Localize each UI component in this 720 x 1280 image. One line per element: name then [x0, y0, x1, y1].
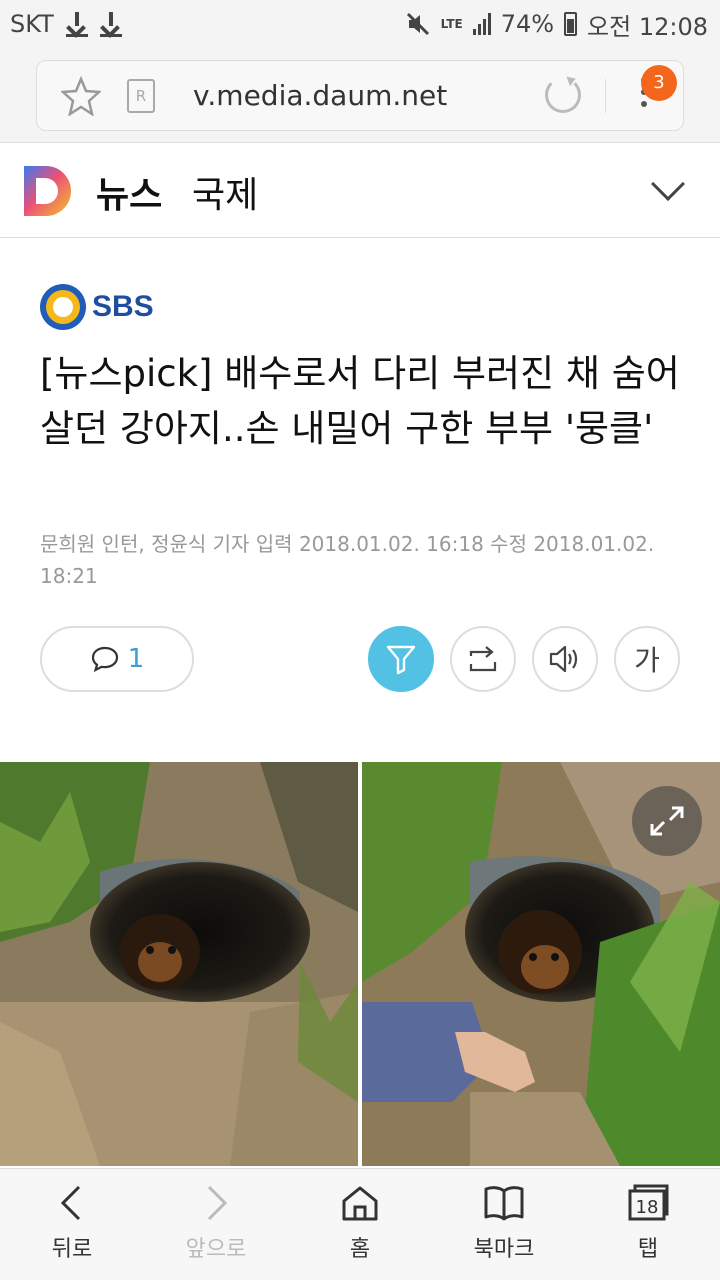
- back-icon: [60, 1185, 81, 1221]
- back-button[interactable]: 뒤로: [0, 1169, 144, 1280]
- star-icon[interactable]: [61, 76, 101, 116]
- forward-label: 앞으로: [185, 1237, 247, 1262]
- status-bar: SKT LTE 74% 오전 12:08: [0, 0, 720, 48]
- home-label: 홈: [349, 1237, 371, 1262]
- network-type: LTE: [440, 17, 463, 31]
- home-button[interactable]: 홈: [288, 1169, 432, 1280]
- carrier-label: SKT: [10, 10, 54, 38]
- article-photo[interactable]: [0, 762, 720, 1166]
- forward-button[interactable]: 앞으로: [144, 1169, 288, 1280]
- share-icon: [469, 646, 497, 672]
- article-byline: 문희원 인턴, 정윤식 기자 입력 2018.01.02. 16:18 수정 2…: [40, 532, 655, 588]
- daum-logo[interactable]: [24, 166, 72, 216]
- site-header: 뉴스 국제: [0, 144, 720, 238]
- sbs-logo-mark: [40, 284, 86, 330]
- status-left: SKT: [10, 10, 122, 38]
- reader-icon[interactable]: R: [127, 79, 155, 113]
- notification-badge: 3: [641, 65, 677, 101]
- tabs-icon: 18: [628, 1184, 669, 1221]
- status-right: LTE 74% 오전 12:08: [405, 7, 708, 42]
- browser-toolbar: R v.media.daum.net 3: [0, 48, 720, 143]
- source-logo: SBS: [40, 284, 154, 330]
- bookmark-icon: [484, 1186, 524, 1221]
- comment-icon: [91, 646, 118, 673]
- article-headline: [뉴스pick] 배수로서 다리 부러진 채 숨어 살던 강아지..손 내밀어 …: [40, 352, 680, 450]
- reload-icon[interactable]: [545, 77, 581, 113]
- mute-icon: [406, 12, 429, 36]
- browser-bottom-toolbar: 뒤로 앞으로 홈 북마크 18 탭: [0, 1168, 720, 1280]
- tabs-count: 18: [636, 1197, 659, 1218]
- url-text[interactable]: v.media.daum.net: [193, 79, 447, 112]
- battery-icon: [564, 12, 578, 36]
- chevron-down-icon[interactable]: [651, 167, 685, 201]
- font-size-button[interactable]: 가: [614, 626, 680, 692]
- expand-icon: [650, 806, 684, 836]
- clock: 오전 12:08: [587, 12, 708, 41]
- download-icon: [99, 11, 122, 37]
- text-to-speech-button[interactable]: [532, 626, 598, 692]
- bookmarks-button[interactable]: 북마크: [432, 1169, 576, 1280]
- bookmarks-label: 북마크: [473, 1237, 535, 1262]
- source-name: SBS: [92, 290, 154, 323]
- divider: [605, 79, 606, 113]
- expand-photo-button[interactable]: [632, 786, 702, 856]
- signal-icon: [472, 13, 491, 35]
- share-button[interactable]: [450, 626, 516, 692]
- page-title[interactable]: 뉴스: [96, 166, 162, 218]
- download-icon: [65, 11, 88, 37]
- section-label[interactable]: 국제: [192, 166, 258, 218]
- forward-icon: [207, 1185, 228, 1221]
- home-icon: [342, 1186, 378, 1221]
- comment-count: 1: [127, 644, 145, 674]
- filter-button[interactable]: [368, 626, 434, 692]
- speaker-icon: [549, 645, 578, 673]
- battery-percent: 74%: [500, 10, 555, 38]
- comment-button[interactable]: 1: [40, 626, 194, 692]
- tabs-label: 탭: [637, 1237, 659, 1262]
- tabs-button[interactable]: 18 탭: [576, 1169, 720, 1280]
- filter-icon: [386, 645, 416, 675]
- back-label: 뒤로: [51, 1237, 93, 1262]
- address-bar[interactable]: R v.media.daum.net 3: [36, 60, 684, 131]
